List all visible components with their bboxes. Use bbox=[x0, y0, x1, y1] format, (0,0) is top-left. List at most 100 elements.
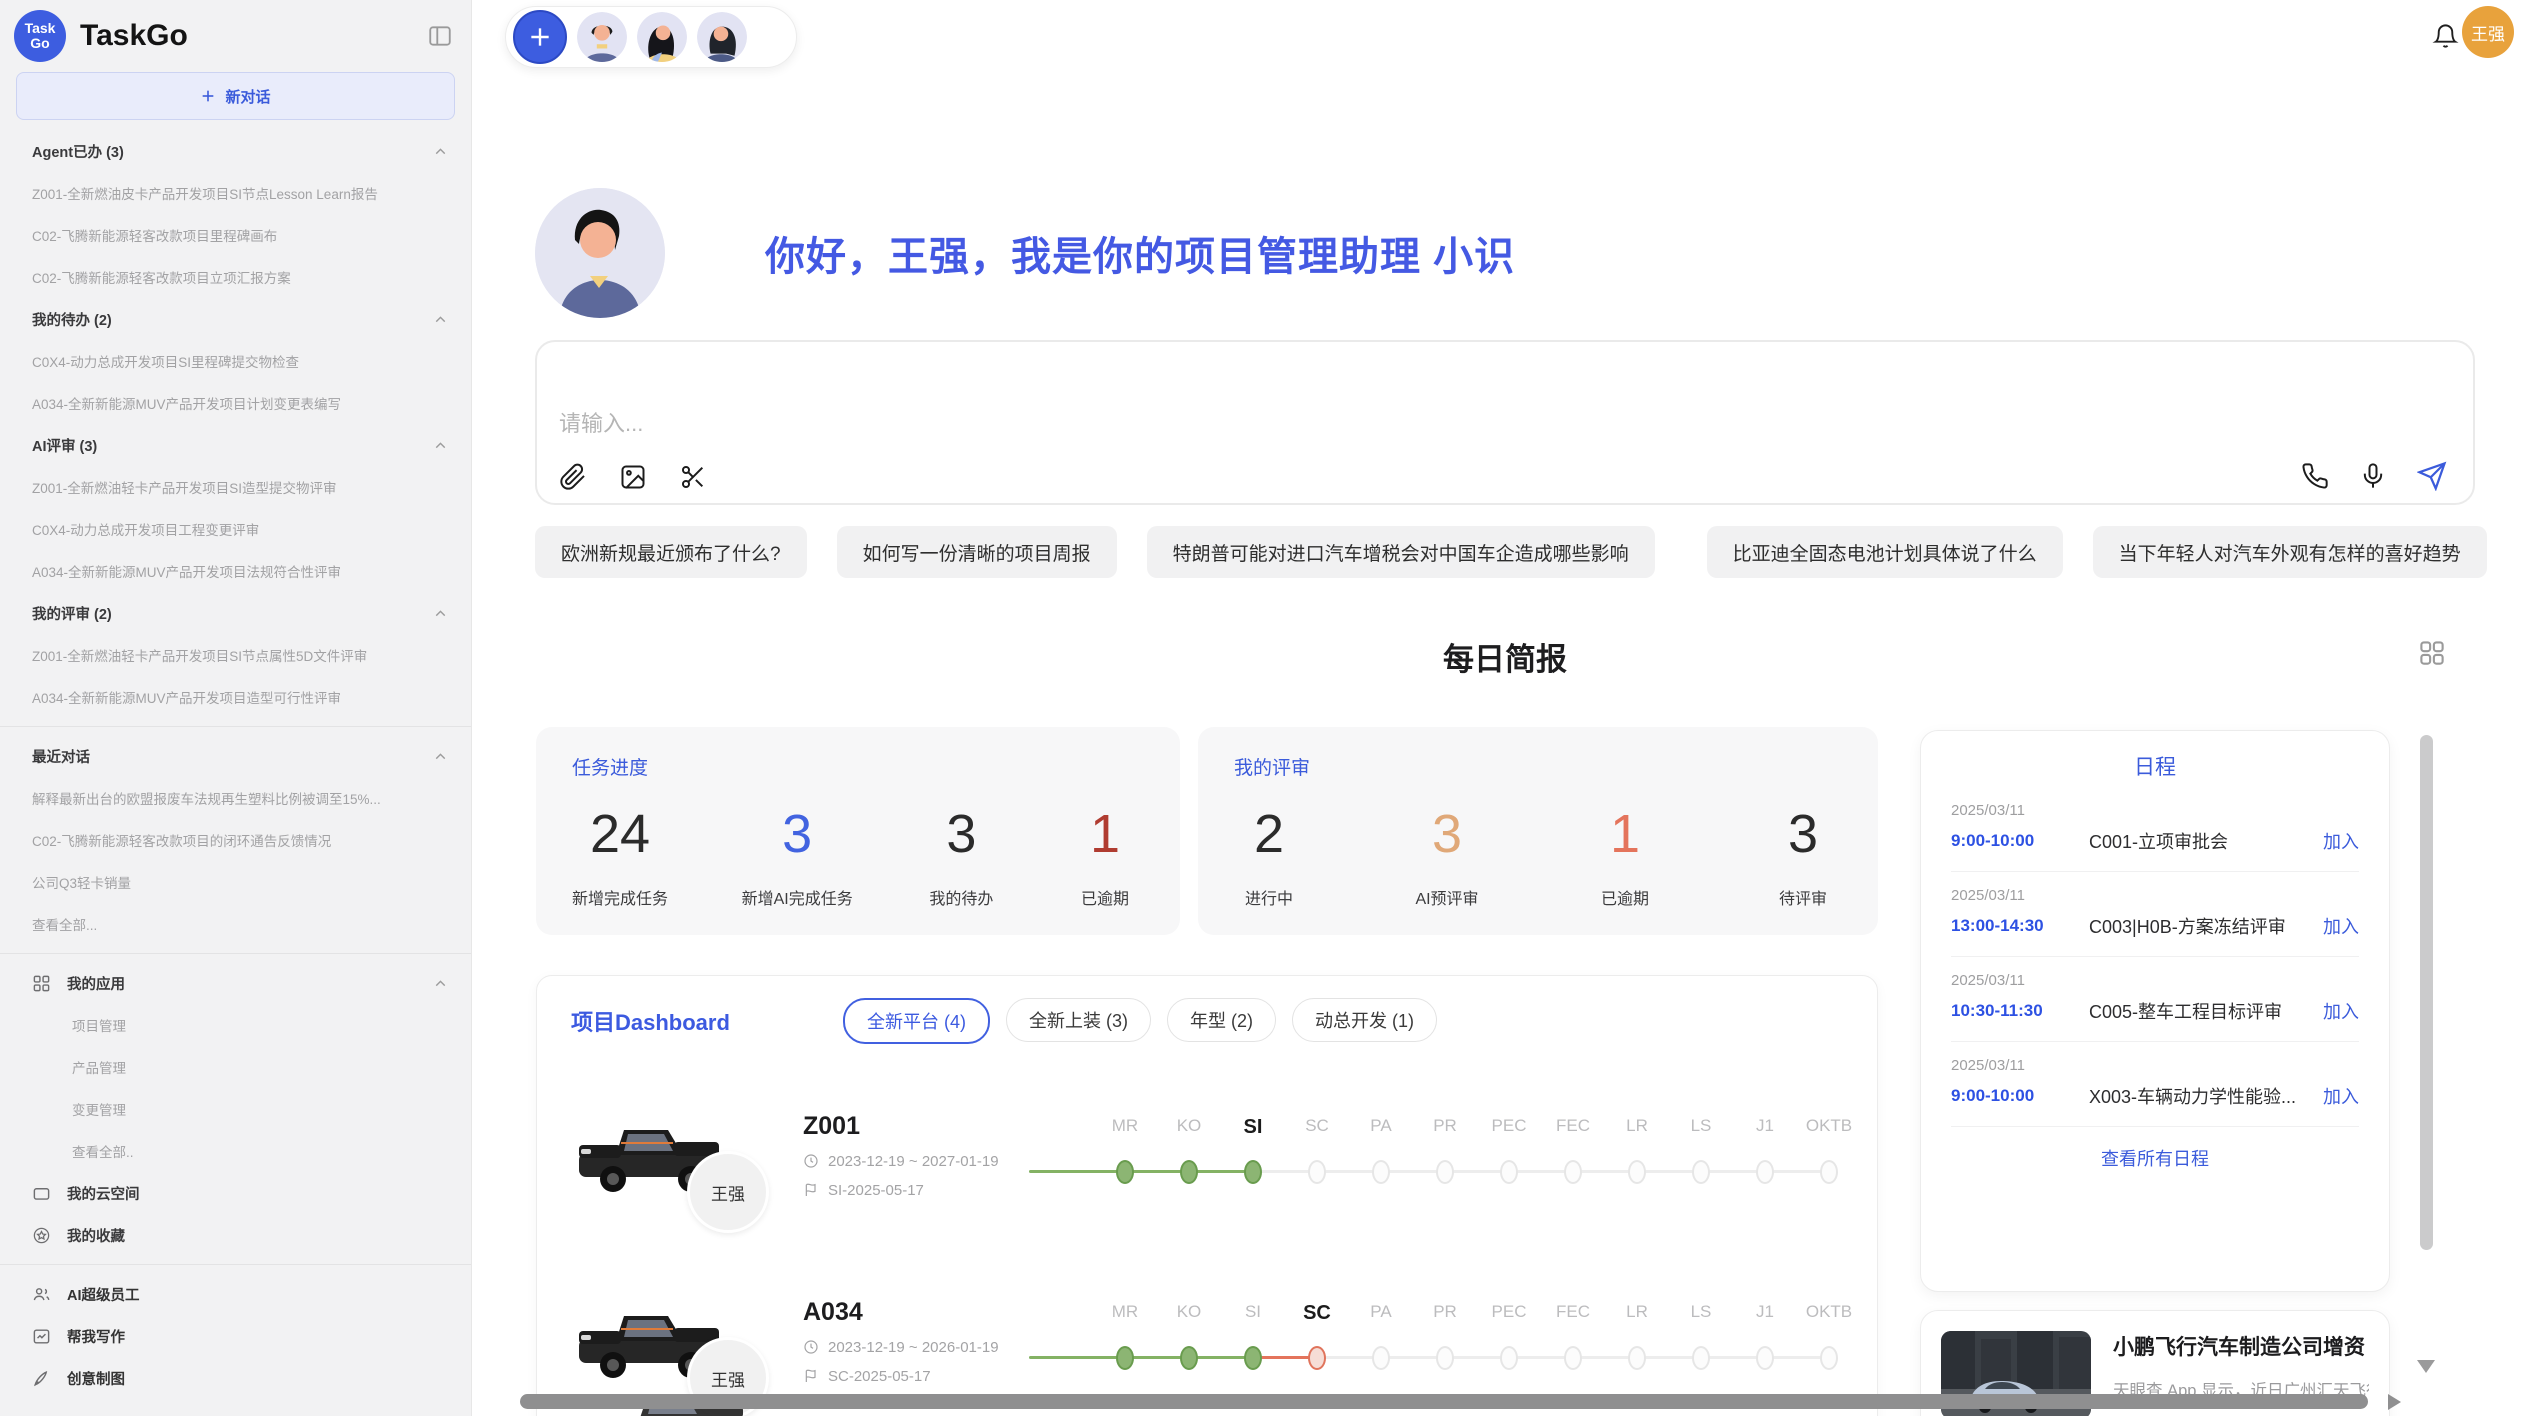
sidebar-item-help-write[interactable]: 帮我写作 bbox=[32, 1315, 449, 1357]
sidebar-item[interactable]: A034-全新新能源MUV产品开发项目计划变更表编写 bbox=[32, 393, 341, 413]
agent-avatar-2[interactable] bbox=[637, 12, 687, 62]
milestone-dot bbox=[1628, 1160, 1646, 1184]
clock-icon bbox=[803, 1153, 819, 1169]
new-chat-button[interactable]: 新对话 bbox=[16, 72, 455, 120]
section-recent-chats[interactable]: 最近对话 bbox=[32, 735, 449, 777]
voice-call-icon[interactable] bbox=[2301, 462, 2329, 490]
suggestion-chip[interactable]: 特朗普可能对进口汽车增税会对中国车企造成哪些影响 bbox=[1147, 526, 1655, 578]
microphone-icon[interactable] bbox=[2359, 462, 2387, 490]
sidebar-item-ai-employee[interactable]: AI超级员工 bbox=[32, 1273, 449, 1315]
sidebar-item[interactable]: C02-飞腾新能源轻客改款项目里程碑画布 bbox=[32, 225, 277, 245]
milestone-label: OKTB bbox=[1797, 1302, 1861, 1325]
chevron-up-icon[interactable] bbox=[432, 143, 449, 160]
sidebar-item[interactable]: C0X4-动力总成开发项目SI里程碑提交物检查 bbox=[32, 351, 299, 371]
scroll-down-arrow[interactable] bbox=[2417, 1360, 2435, 1373]
filter-new-platform[interactable]: 全新平台 (4) bbox=[843, 998, 990, 1044]
section-ai-review[interactable]: AI评审 (3) bbox=[32, 424, 449, 466]
stat-label: 进行中 bbox=[1234, 885, 1304, 909]
agent-avatar-3[interactable] bbox=[697, 12, 747, 62]
suggestion-chip[interactable]: 欧洲新规最近颁布了什么? bbox=[535, 526, 807, 578]
chevron-up-icon[interactable] bbox=[432, 605, 449, 622]
milestone-label: SC bbox=[1285, 1116, 1349, 1139]
stat-review-overdue: 1 已逾期 bbox=[1590, 794, 1660, 909]
recent-chat-item[interactable]: 公司Q3轻卡销量 bbox=[32, 872, 131, 892]
sidebar-item-label: 我的云空间 bbox=[67, 1183, 140, 1204]
sidebar-item-my-apps[interactable]: 我的应用 bbox=[32, 962, 449, 1004]
sidebar-item[interactable]: C02-飞腾新能源轻客改款项目立项汇报方案 bbox=[32, 267, 291, 287]
project-dashboard-card: 项目Dashboard 全新平台 (4) 全新上装 (3) 年型 (2) 动总开… bbox=[536, 975, 1878, 1416]
filter-new-body[interactable]: 全新上装 (3) bbox=[1006, 998, 1151, 1042]
milestone-label: PEC bbox=[1477, 1116, 1541, 1139]
add-agent-button[interactable] bbox=[513, 10, 567, 64]
view-all-schedule-link[interactable]: 查看所有日程 bbox=[1951, 1145, 2359, 1171]
user-avatar[interactable]: 王强 bbox=[2462, 6, 2514, 58]
sidebar-collapse-icon[interactable] bbox=[425, 21, 455, 51]
recent-chat-item[interactable]: C02-飞腾新能源轻客改款项目的闭环通告反馈情况 bbox=[32, 830, 331, 850]
recent-chat-item[interactable]: 解释最新出台的欧盟报废车法规再生塑料比例被调至15%... bbox=[32, 788, 381, 808]
agent-avatar-1[interactable] bbox=[577, 12, 627, 62]
chat-input-box[interactable]: 请输入... bbox=[535, 340, 2475, 505]
logo-line2: Go bbox=[30, 36, 49, 51]
plus-icon bbox=[527, 24, 553, 50]
layout-grid-icon[interactable] bbox=[2417, 638, 2447, 668]
suggestion-chip[interactable]: 当下年轻人对汽车外观有怎样的喜好趋势 bbox=[2093, 526, 2487, 578]
stat-value: 3 bbox=[1412, 794, 1482, 875]
app-item-product-mgmt[interactable]: 产品管理 bbox=[32, 1057, 126, 1077]
schedule-time: 9:00-10:00 bbox=[1951, 1086, 2089, 1106]
schedule-date: 2025/03/11 bbox=[1951, 972, 2359, 989]
sidebar-item[interactable]: C0X4-动力总成开发项目工程变更评审 bbox=[32, 519, 259, 539]
suggestion-chips: 欧洲新规最近颁布了什么? 如何写一份清晰的项目周报 特朗普可能对进口汽车增税会对… bbox=[535, 526, 2475, 578]
chevron-up-icon[interactable] bbox=[432, 437, 449, 454]
filter-year-model[interactable]: 年型 (2) bbox=[1167, 998, 1276, 1042]
milestone-label: FEC bbox=[1541, 1116, 1605, 1139]
insert-image-icon[interactable] bbox=[619, 463, 647, 491]
project-truck-image: 王强 bbox=[571, 1105, 731, 1205]
sidebar-item[interactable]: A034-全新新能源MUV产品开发项目法规符合性评审 bbox=[32, 561, 341, 581]
app-item-view-all[interactable]: 查看全部.. bbox=[32, 1141, 134, 1161]
milestone-line-done bbox=[1029, 1356, 1253, 1359]
vertical-scrollbar[interactable] bbox=[2420, 735, 2433, 1250]
sidebar-item-favorites[interactable]: 我的收藏 bbox=[32, 1214, 449, 1256]
app-item-project-mgmt[interactable]: 项目管理 bbox=[32, 1015, 126, 1035]
assistant-avatar bbox=[535, 188, 665, 318]
join-meeting-link[interactable]: 加入 bbox=[2323, 913, 2359, 939]
section-my-review[interactable]: 我的评审 (2) bbox=[32, 592, 449, 634]
suggestion-chip[interactable]: 如何写一份清晰的项目周报 bbox=[837, 526, 1117, 578]
milestone-label: MR bbox=[1093, 1116, 1157, 1139]
stat-ai-pre-review: 3 AI预评审 bbox=[1412, 794, 1482, 909]
section-title: 最近对话 bbox=[32, 746, 90, 767]
suggestion-chip[interactable]: 比亚迪全固态电池计划具体说了什么 bbox=[1707, 526, 2063, 578]
sidebar-item[interactable]: Z001-全新燃油皮卡产品开发项目SI节点Lesson Learn报告 bbox=[32, 183, 378, 203]
join-meeting-link[interactable]: 加入 bbox=[2323, 998, 2359, 1024]
flag-icon bbox=[803, 1182, 819, 1198]
milestone-label: LR bbox=[1605, 1116, 1669, 1139]
sidebar-item[interactable]: A034-全新新能源MUV产品开发项目造型可行性评审 bbox=[32, 687, 341, 707]
recent-chat-view-all[interactable]: 查看全部... bbox=[32, 914, 97, 934]
schedule-event-title: C003|H0B-方案冻结评审 bbox=[2089, 913, 2323, 939]
sidebar-item[interactable]: Z001-全新燃油轻卡产品开发项目SI造型提交物评审 bbox=[32, 477, 337, 497]
sidebar-item[interactable]: Z001-全新燃油轻卡产品开发项目SI节点属性5D文件评审 bbox=[32, 645, 367, 665]
project-row-z001[interactable]: 王强 Z001 2023-12-19 ~ 2027-01-19 SI-2025-… bbox=[571, 1080, 1877, 1230]
section-my-todo[interactable]: 我的待办 (2) bbox=[32, 298, 449, 340]
send-icon[interactable] bbox=[2417, 461, 2447, 491]
join-meeting-link[interactable]: 加入 bbox=[2323, 828, 2359, 854]
milestone-label-active: SC bbox=[1285, 1302, 1349, 1325]
milestone-dot-done bbox=[1116, 1160, 1134, 1184]
sidebar-item-creative-draw[interactable]: 创意制图 bbox=[32, 1357, 449, 1399]
notification-bell-icon[interactable] bbox=[2432, 22, 2459, 49]
stat-new-ai-completed: 3 新增AI完成任务 bbox=[742, 794, 853, 909]
filter-powertrain[interactable]: 动总开发 (1) bbox=[1292, 998, 1437, 1042]
sidebar-item-cloud-space[interactable]: 我的云空间 bbox=[32, 1172, 449, 1214]
chevron-up-icon[interactable] bbox=[432, 748, 449, 765]
attach-file-icon[interactable] bbox=[559, 463, 587, 491]
milestone-label: PR bbox=[1413, 1116, 1477, 1139]
chevron-up-icon[interactable] bbox=[432, 311, 449, 328]
scissors-icon[interactable] bbox=[679, 463, 707, 491]
section-agent-done[interactable]: Agent已办 (3) bbox=[32, 130, 449, 172]
app-item-change-mgmt[interactable]: 变更管理 bbox=[32, 1099, 126, 1119]
chevron-up-icon[interactable] bbox=[432, 975, 449, 992]
horizontal-scrollbar[interactable] bbox=[520, 1394, 2368, 1409]
milestone-label: PR bbox=[1413, 1302, 1477, 1325]
scroll-right-arrow[interactable] bbox=[2388, 1394, 2401, 1410]
join-meeting-link[interactable]: 加入 bbox=[2323, 1083, 2359, 1109]
